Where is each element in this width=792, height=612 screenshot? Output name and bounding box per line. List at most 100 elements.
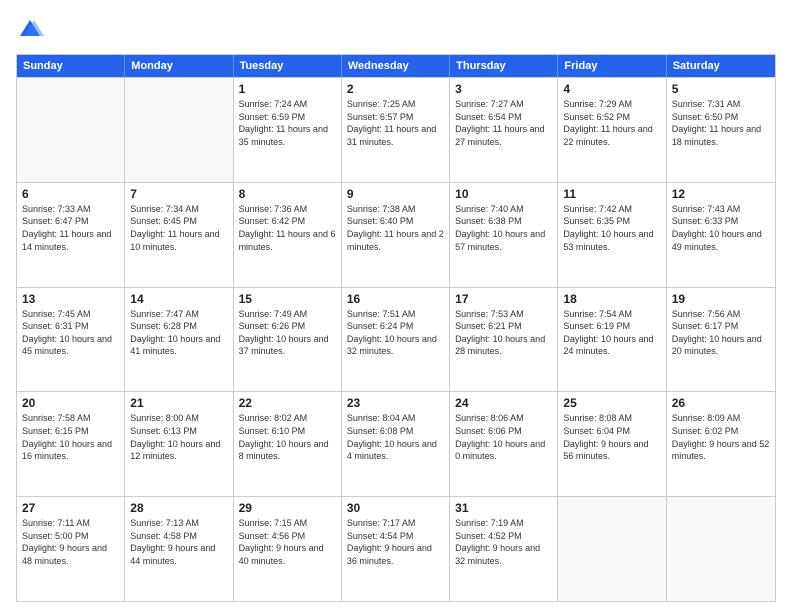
calendar-cell: 3 Sunrise: 7:27 AMSunset: 6:54 PMDaylight… bbox=[450, 78, 558, 182]
calendar-cell: 9 Sunrise: 7:38 AMSunset: 6:40 PMDaylight… bbox=[342, 183, 450, 287]
cell-text: Sunrise: 8:06 AMSunset: 6:06 PMDaylight:… bbox=[455, 412, 552, 462]
calendar-cell: 4 Sunrise: 7:29 AMSunset: 6:52 PMDaylight… bbox=[558, 78, 666, 182]
day-number: 22 bbox=[239, 396, 336, 410]
calendar-week-5: 27 Sunrise: 7:11 AMSunset: 5:00 PMDayligh… bbox=[17, 496, 775, 601]
calendar-week-4: 20 Sunrise: 7:58 AMSunset: 6:15 PMDayligh… bbox=[17, 391, 775, 496]
calendar-cell bbox=[558, 497, 666, 601]
cell-text: Sunrise: 7:51 AMSunset: 6:24 PMDaylight:… bbox=[347, 308, 444, 358]
day-number: 16 bbox=[347, 292, 444, 306]
calendar-cell: 23 Sunrise: 8:04 AMSunset: 6:08 PMDayligh… bbox=[342, 392, 450, 496]
calendar-cell bbox=[125, 78, 233, 182]
calendar-week-2: 6 Sunrise: 7:33 AMSunset: 6:47 PMDaylight… bbox=[17, 182, 775, 287]
cell-text: Sunrise: 7:47 AMSunset: 6:28 PMDaylight:… bbox=[130, 308, 227, 358]
cell-text: Sunrise: 8:04 AMSunset: 6:08 PMDaylight:… bbox=[347, 412, 444, 462]
calendar-cell: 2Sunrise: 7:25 AMSunset: 6:57 PMDaylight… bbox=[342, 78, 450, 182]
cell-text: Sunrise: 8:00 AMSunset: 6:13 PMDaylight:… bbox=[130, 412, 227, 462]
day-number: 6 bbox=[22, 187, 119, 201]
calendar-header-saturday: Saturday bbox=[667, 55, 775, 77]
day-number: 17 bbox=[455, 292, 552, 306]
day-number: 14 bbox=[130, 292, 227, 306]
cell-text: Sunrise: 7:15 AMSunset: 4:56 PMDaylight:… bbox=[239, 517, 336, 567]
cell-text: Sunrise: 7:38 AMSunset: 6:40 PMDaylight:… bbox=[347, 203, 444, 253]
calendar-header-tuesday: Tuesday bbox=[234, 55, 342, 77]
logo bbox=[16, 16, 48, 44]
calendar-cell: 13Sunrise: 7:45 AMSunset: 6:31 PMDayligh… bbox=[17, 288, 125, 392]
cell-text: Sunrise: 7:40 AMSunset: 6:38 PMDaylight:… bbox=[455, 203, 552, 253]
calendar-body: 1 Sunrise: 7:24 AMSunset: 6:59 PMDaylight… bbox=[17, 77, 775, 601]
day-number: 4 bbox=[563, 82, 660, 96]
day-number: 30 bbox=[347, 501, 444, 515]
calendar-cell: 27 Sunrise: 7:11 AMSunset: 5:00 PMDayligh… bbox=[17, 497, 125, 601]
day-number: 12 bbox=[672, 187, 770, 201]
calendar-header-friday: Friday bbox=[558, 55, 666, 77]
cell-text: Sunrise: 7:31 AMSunset: 6:50 PMDaylight:… bbox=[672, 98, 770, 148]
cell-text: Sunrise: 7:13 AMSunset: 4:58 PMDaylight:… bbox=[130, 517, 227, 567]
cell-text: Sunrise: 7:11 AMSunset: 5:00 PMDaylight:… bbox=[22, 517, 119, 567]
calendar-header-sunday: Sunday bbox=[17, 55, 125, 77]
day-number: 20 bbox=[22, 396, 119, 410]
cell-text: Sunrise: 7:34 AMSunset: 6:45 PMDaylight:… bbox=[130, 203, 227, 253]
day-number: 9 bbox=[347, 187, 444, 201]
day-number: 25 bbox=[563, 396, 660, 410]
calendar-cell: 11 Sunrise: 7:42 AMSunset: 6:35 PMDayligh… bbox=[558, 183, 666, 287]
day-number: 19 bbox=[672, 292, 770, 306]
calendar-cell: 1 Sunrise: 7:24 AMSunset: 6:59 PMDaylight… bbox=[234, 78, 342, 182]
cell-text: Sunrise: 7:36 AMSunset: 6:42 PMDaylight:… bbox=[239, 203, 336, 253]
day-number: 23 bbox=[347, 396, 444, 410]
calendar-cell bbox=[17, 78, 125, 182]
day-number: 13 bbox=[22, 292, 119, 306]
calendar-cell: 26 Sunrise: 8:09 AMSunset: 6:02 PMDayligh… bbox=[667, 392, 775, 496]
day-number: 1 bbox=[239, 82, 336, 96]
calendar-cell: 7 Sunrise: 7:34 AMSunset: 6:45 PMDaylight… bbox=[125, 183, 233, 287]
calendar-cell: 15Sunrise: 7:49 AMSunset: 6:26 PMDayligh… bbox=[234, 288, 342, 392]
cell-text: Sunrise: 7:29 AMSunset: 6:52 PMDaylight:… bbox=[563, 98, 660, 148]
day-number: 3 bbox=[455, 82, 552, 96]
calendar-cell bbox=[667, 497, 775, 601]
calendar-cell: 8Sunrise: 7:36 AMSunset: 6:42 PMDaylight… bbox=[234, 183, 342, 287]
calendar-cell: 25Sunrise: 8:08 AMSunset: 6:04 PMDayligh… bbox=[558, 392, 666, 496]
day-number: 18 bbox=[563, 292, 660, 306]
cell-text: Sunrise: 7:25 AMSunset: 6:57 PMDaylight:… bbox=[347, 98, 444, 148]
calendar-cell: 20 Sunrise: 7:58 AMSunset: 6:15 PMDayligh… bbox=[17, 392, 125, 496]
calendar-week-3: 13Sunrise: 7:45 AMSunset: 6:31 PMDayligh… bbox=[17, 287, 775, 392]
calendar-header-row: SundayMondayTuesdayWednesdayThursdayFrid… bbox=[17, 55, 775, 77]
cell-text: Sunrise: 7:19 AMSunset: 4:52 PMDaylight:… bbox=[455, 517, 552, 567]
cell-text: Sunrise: 7:54 AMSunset: 6:19 PMDaylight:… bbox=[563, 308, 660, 358]
cell-text: Sunrise: 7:42 AMSunset: 6:35 PMDaylight:… bbox=[563, 203, 660, 253]
calendar-cell: 22Sunrise: 8:02 AMSunset: 6:10 PMDayligh… bbox=[234, 392, 342, 496]
calendar-cell: 31Sunrise: 7:19 AMSunset: 4:52 PMDayligh… bbox=[450, 497, 558, 601]
cell-text: Sunrise: 7:27 AMSunset: 6:54 PMDaylight:… bbox=[455, 98, 552, 148]
header bbox=[16, 16, 776, 44]
cell-text: Sunrise: 7:56 AMSunset: 6:17 PMDaylight:… bbox=[672, 308, 770, 358]
cell-text: Sunrise: 7:33 AMSunset: 6:47 PMDaylight:… bbox=[22, 203, 119, 253]
calendar-header-monday: Monday bbox=[125, 55, 233, 77]
calendar-cell: 17Sunrise: 7:53 AMSunset: 6:21 PMDayligh… bbox=[450, 288, 558, 392]
cell-text: Sunrise: 7:43 AMSunset: 6:33 PMDaylight:… bbox=[672, 203, 770, 253]
day-number: 5 bbox=[672, 82, 770, 96]
cell-text: Sunrise: 7:24 AMSunset: 6:59 PMDaylight:… bbox=[239, 98, 336, 148]
page: SundayMondayTuesdayWednesdayThursdayFrid… bbox=[0, 0, 792, 612]
day-number: 27 bbox=[22, 501, 119, 515]
calendar-cell: 12 Sunrise: 7:43 AMSunset: 6:33 PMDayligh… bbox=[667, 183, 775, 287]
day-number: 11 bbox=[563, 187, 660, 201]
calendar-cell: 18 Sunrise: 7:54 AMSunset: 6:19 PMDayligh… bbox=[558, 288, 666, 392]
calendar-cell: 30Sunrise: 7:17 AMSunset: 4:54 PMDayligh… bbox=[342, 497, 450, 601]
day-number: 29 bbox=[239, 501, 336, 515]
calendar-cell: 28 Sunrise: 7:13 AMSunset: 4:58 PMDayligh… bbox=[125, 497, 233, 601]
day-number: 21 bbox=[130, 396, 227, 410]
day-number: 7 bbox=[130, 187, 227, 201]
day-number: 24 bbox=[455, 396, 552, 410]
day-number: 15 bbox=[239, 292, 336, 306]
calendar-cell: 6 Sunrise: 7:33 AMSunset: 6:47 PMDaylight… bbox=[17, 183, 125, 287]
calendar: SundayMondayTuesdayWednesdayThursdayFrid… bbox=[16, 54, 776, 602]
day-number: 26 bbox=[672, 396, 770, 410]
calendar-cell: 19 Sunrise: 7:56 AMSunset: 6:17 PMDayligh… bbox=[667, 288, 775, 392]
calendar-header-wednesday: Wednesday bbox=[342, 55, 450, 77]
calendar-cell: 14 Sunrise: 7:47 AMSunset: 6:28 PMDayligh… bbox=[125, 288, 233, 392]
day-number: 28 bbox=[130, 501, 227, 515]
cell-text: Sunrise: 7:58 AMSunset: 6:15 PMDaylight:… bbox=[22, 412, 119, 462]
calendar-cell: 21 Sunrise: 8:00 AMSunset: 6:13 PMDayligh… bbox=[125, 392, 233, 496]
calendar-cell: 10Sunrise: 7:40 AMSunset: 6:38 PMDayligh… bbox=[450, 183, 558, 287]
cell-text: Sunrise: 8:09 AMSunset: 6:02 PMDaylight:… bbox=[672, 412, 770, 462]
calendar-cell: 24 Sunrise: 8:06 AMSunset: 6:06 PMDayligh… bbox=[450, 392, 558, 496]
